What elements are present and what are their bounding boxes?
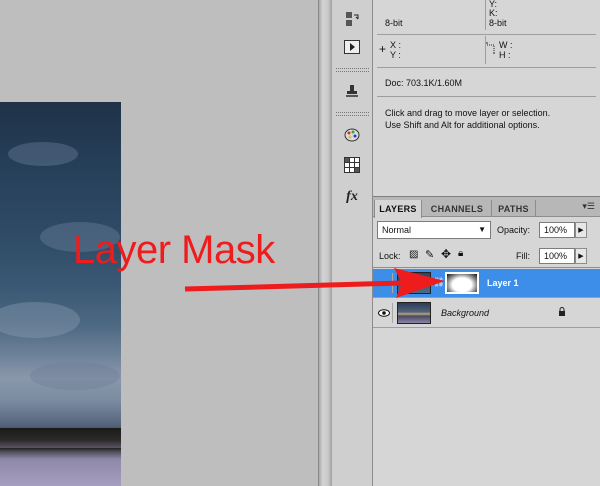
panel-menu-icon[interactable]: ▾☰	[582, 201, 595, 212]
clone-stamp-icon[interactable]	[341, 80, 363, 102]
opacity-input[interactable]: 100%	[539, 222, 575, 238]
info-x-label: X :	[390, 40, 402, 50]
info-y-coord-label: Y :	[390, 50, 401, 60]
background-layer-name[interactable]: Background	[441, 308, 489, 318]
fill-label: Fill:	[516, 251, 530, 261]
tab-channels[interactable]: CHANNELS	[423, 200, 492, 217]
chevron-down-icon: ▼	[478, 225, 486, 234]
layer-styles-fx-icon[interactable]: fx	[341, 186, 363, 208]
fill-arrow-icon[interactable]: ▶	[575, 248, 587, 264]
hint-line-2: Use Shift and Alt for additional options…	[385, 120, 540, 130]
info-k-label: K:	[489, 8, 498, 18]
lock-icon	[558, 307, 566, 319]
info-bitdepth-left: 8-bit	[385, 18, 403, 28]
crosshair-icon: +	[379, 42, 387, 56]
layer-mask-thumbnail[interactable]	[445, 272, 479, 294]
doc-size-readout: Doc: 703.1K/1.60M	[385, 78, 463, 88]
color-palette-icon[interactable]	[341, 124, 363, 146]
fill-input[interactable]: 100%	[539, 248, 575, 264]
lock-all-icon[interactable]: 🔒︎	[458, 248, 463, 259]
landscape-photo[interactable]	[0, 102, 121, 486]
lock-move-icon[interactable]: ✥	[441, 247, 451, 261]
info-w-label: W :	[499, 40, 513, 50]
tab-paths[interactable]: PATHS	[492, 200, 536, 217]
blend-mode-select[interactable]: Normal ▼	[377, 221, 491, 239]
opacity-arrow-icon[interactable]: ▶	[575, 222, 587, 238]
dimension-box-icon	[486, 42, 496, 56]
actions-play-icon[interactable]	[341, 36, 363, 58]
swatches-grid-icon[interactable]	[341, 154, 363, 176]
panel-tab-bar: LAYERS CHANNELS PATHS ▾☰	[373, 197, 600, 218]
info-bitdepth-right: 8-bit	[489, 18, 507, 28]
layers-panel: LAYERS CHANNELS PATHS ▾☰ Normal ▼ Opacit…	[373, 196, 600, 486]
panel-icon-dock: fx	[332, 0, 373, 486]
info-panel: Y: K: 8-bit 8-bit + X : Y : W : H : Doc:…	[373, 0, 600, 196]
opacity-label: Opacity:	[497, 225, 531, 235]
tab-layers[interactable]: LAYERS	[374, 200, 422, 218]
history-icon[interactable]	[341, 8, 363, 30]
visibility-eye-icon[interactable]	[375, 303, 393, 323]
blend-mode-value: Normal	[382, 225, 412, 235]
panel-divider[interactable]	[318, 0, 332, 486]
lock-brush-icon[interactable]: ✎	[425, 248, 434, 261]
layer-1-name[interactable]: Layer 1	[487, 278, 519, 288]
annotation-arrow	[184, 268, 445, 298]
hint-line-1: Click and drag to move layer or selectio…	[385, 108, 551, 118]
lock-transparent-icon[interactable]: ▨	[409, 249, 418, 260]
lock-label: Lock:	[379, 251, 401, 261]
info-h-label: H :	[499, 50, 511, 60]
